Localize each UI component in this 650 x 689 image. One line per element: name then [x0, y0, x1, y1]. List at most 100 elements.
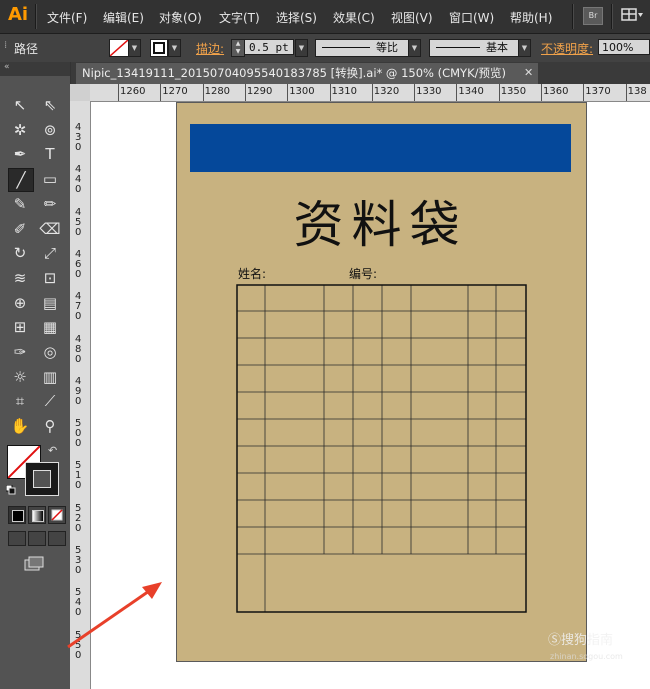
- menu-item[interactable]: 窗口(W): [449, 9, 494, 26]
- workspace-switcher-icon[interactable]: [620, 7, 644, 23]
- eraser-tool-icon[interactable]: ⌫: [38, 218, 62, 240]
- brush-definition[interactable]: 基本: [429, 39, 519, 57]
- menu-item[interactable]: 文件(F): [47, 9, 87, 26]
- ruler-tick: [329, 84, 331, 101]
- document-tab[interactable]: Nipic_13419111_20150704095540183785 [转换]…: [76, 63, 538, 84]
- ruler-label: 4 4 0: [75, 164, 82, 196]
- form-grid[interactable]: [236, 284, 528, 615]
- stroke-weight-input[interactable]: 0.5 pt: [244, 39, 294, 55]
- fill-dropdown-icon[interactable]: ▼: [128, 39, 141, 57]
- menu-bar: [0, 0, 650, 34]
- graph-tool-icon[interactable]: ▤: [38, 292, 62, 314]
- rectangle-tool-icon[interactable]: ▭: [38, 168, 62, 190]
- type-tool-icon[interactable]: T: [38, 143, 62, 165]
- object-type-label: 路径: [14, 42, 39, 56]
- ruler-label: 1360: [543, 86, 569, 97]
- column-graph-tool-icon[interactable]: ▥: [38, 366, 62, 388]
- free-transform-tool-icon[interactable]: ⊡: [38, 267, 62, 289]
- menu-item[interactable]: 效果(C): [333, 9, 375, 26]
- horizontal-ruler[interactable]: 1260 1270 1280 1290 1300 1310 1320 1330 1340 1350…: [90, 84, 650, 102]
- opacity-label[interactable]: 不透明度:: [541, 40, 593, 57]
- collapse-icon[interactable]: «: [4, 62, 10, 72]
- scale-tool-icon[interactable]: ⤢: [38, 242, 62, 264]
- menu-item[interactable]: 文字(T): [219, 9, 260, 26]
- shape-builder-tool-icon[interactable]: ⊕: [8, 292, 32, 314]
- hand-tool-icon[interactable]: ✋: [8, 415, 32, 437]
- ruler-tick: [287, 84, 289, 101]
- menu-item[interactable]: 选择(S): [276, 9, 317, 26]
- gradient-tool-icon[interactable]: ▦: [38, 316, 62, 338]
- bridge-button[interactable]: Br: [583, 7, 603, 25]
- width-tool-icon[interactable]: ≋: [8, 267, 32, 289]
- default-colors-icon[interactable]: [5, 484, 16, 495]
- draw-behind-button[interactable]: [28, 531, 46, 546]
- blend-tool-icon[interactable]: ◎: [38, 341, 62, 363]
- rotate-tool-icon[interactable]: ↻: [8, 242, 32, 264]
- opacity-input[interactable]: 100%: [598, 39, 650, 55]
- brush-label: 基本: [486, 41, 508, 54]
- zoom-tool-icon[interactable]: ⚲: [38, 415, 62, 437]
- mesh-tool-icon[interactable]: ⊞: [8, 316, 32, 338]
- ruler-label: 4 5 0: [75, 206, 82, 238]
- ruler-label: 4 8 0: [75, 333, 82, 365]
- close-tab-icon[interactable]: ✕: [524, 66, 533, 79]
- ruler-label: 1270: [162, 86, 188, 97]
- gradient-mode-button[interactable]: [28, 506, 46, 524]
- ruler-label: 1290: [246, 86, 273, 97]
- pen-tool-icon[interactable]: ✒: [8, 143, 32, 165]
- stroke-swatch[interactable]: [150, 39, 168, 57]
- symbol-sprayer-tool-icon[interactable]: ☼: [8, 366, 32, 388]
- artboard-tool-icon[interactable]: ⌗: [8, 390, 32, 412]
- menu-separator: [572, 4, 574, 29]
- ruler-tick: [583, 84, 585, 101]
- stroke-weight-label[interactable]: 描边:: [196, 40, 224, 57]
- direct-selection-tool-icon[interactable]: ⇖: [38, 94, 62, 116]
- ruler-origin[interactable]: [70, 84, 91, 102]
- menu-item[interactable]: 对象(O): [159, 9, 202, 26]
- ruler-label: 1300: [289, 86, 315, 97]
- eyedropper-tool-icon[interactable]: ✑: [8, 341, 32, 363]
- ruler-tick: [456, 84, 458, 101]
- draw-normal-button[interactable]: [8, 531, 26, 546]
- lasso-tool-icon[interactable]: ⊚: [38, 119, 62, 141]
- draw-inside-button[interactable]: [48, 531, 66, 546]
- profile-dropdown-icon[interactable]: ▼: [408, 39, 421, 57]
- blue-banner[interactable]: [190, 124, 571, 172]
- blob-brush-tool-icon[interactable]: ✐: [8, 218, 32, 240]
- slice-tool-icon[interactable]: ⟋: [38, 390, 62, 412]
- ruler-label: 1340: [458, 86, 484, 97]
- document-title[interactable]: 资料袋: [176, 185, 585, 257]
- magic-wand-tool-icon[interactable]: ✲: [8, 119, 32, 141]
- fill-swatch[interactable]: [109, 39, 129, 57]
- name-field-label[interactable]: 姓名:: [238, 265, 266, 282]
- ruler-label: 1370: [585, 86, 611, 97]
- selection-tool-icon[interactable]: ↖: [8, 94, 32, 116]
- ruler-label: 1260: [120, 86, 146, 97]
- pencil-tool-icon[interactable]: ✏: [38, 193, 62, 215]
- ruler-label: 1310: [331, 86, 357, 97]
- menu-item[interactable]: 帮助(H): [510, 9, 552, 26]
- number-field-label[interactable]: 编号:: [349, 265, 377, 282]
- stroke-stepper[interactable]: ▲ ▼: [231, 39, 245, 57]
- brush-dropdown-icon[interactable]: ▼: [518, 39, 531, 57]
- tools-panel-header[interactable]: «: [0, 62, 70, 76]
- menu-item[interactable]: 视图(V): [391, 9, 433, 26]
- ruler-label: 4 7 0: [75, 291, 82, 323]
- menu-item[interactable]: 编辑(E): [103, 9, 144, 26]
- swap-fill-stroke-icon[interactable]: ↶: [48, 444, 57, 457]
- watermark-url: zhinan.sogou.com: [550, 652, 623, 661]
- stroke-dropdown-icon[interactable]: ▼: [168, 39, 181, 57]
- color-mode-button[interactable]: [8, 506, 26, 524]
- ruler-label: 1330: [416, 86, 442, 97]
- line-segment-tool-icon[interactable]: ╱: [8, 168, 34, 193]
- stroke-color-box[interactable]: [25, 462, 59, 496]
- none-mode-button[interactable]: [48, 506, 66, 524]
- ruler-label: 1350: [500, 86, 527, 97]
- ruler-tick: [625, 84, 627, 101]
- screen-mode-icon[interactable]: [24, 556, 44, 572]
- paintbrush-tool-icon[interactable]: ✎: [8, 193, 32, 215]
- ruler-label: 4 6 0: [75, 248, 82, 280]
- variable-width-profile[interactable]: 等比: [315, 39, 409, 57]
- stroke-weight-dropdown-icon[interactable]: ▼: [295, 39, 308, 57]
- ruler-label: 1280: [204, 86, 231, 97]
